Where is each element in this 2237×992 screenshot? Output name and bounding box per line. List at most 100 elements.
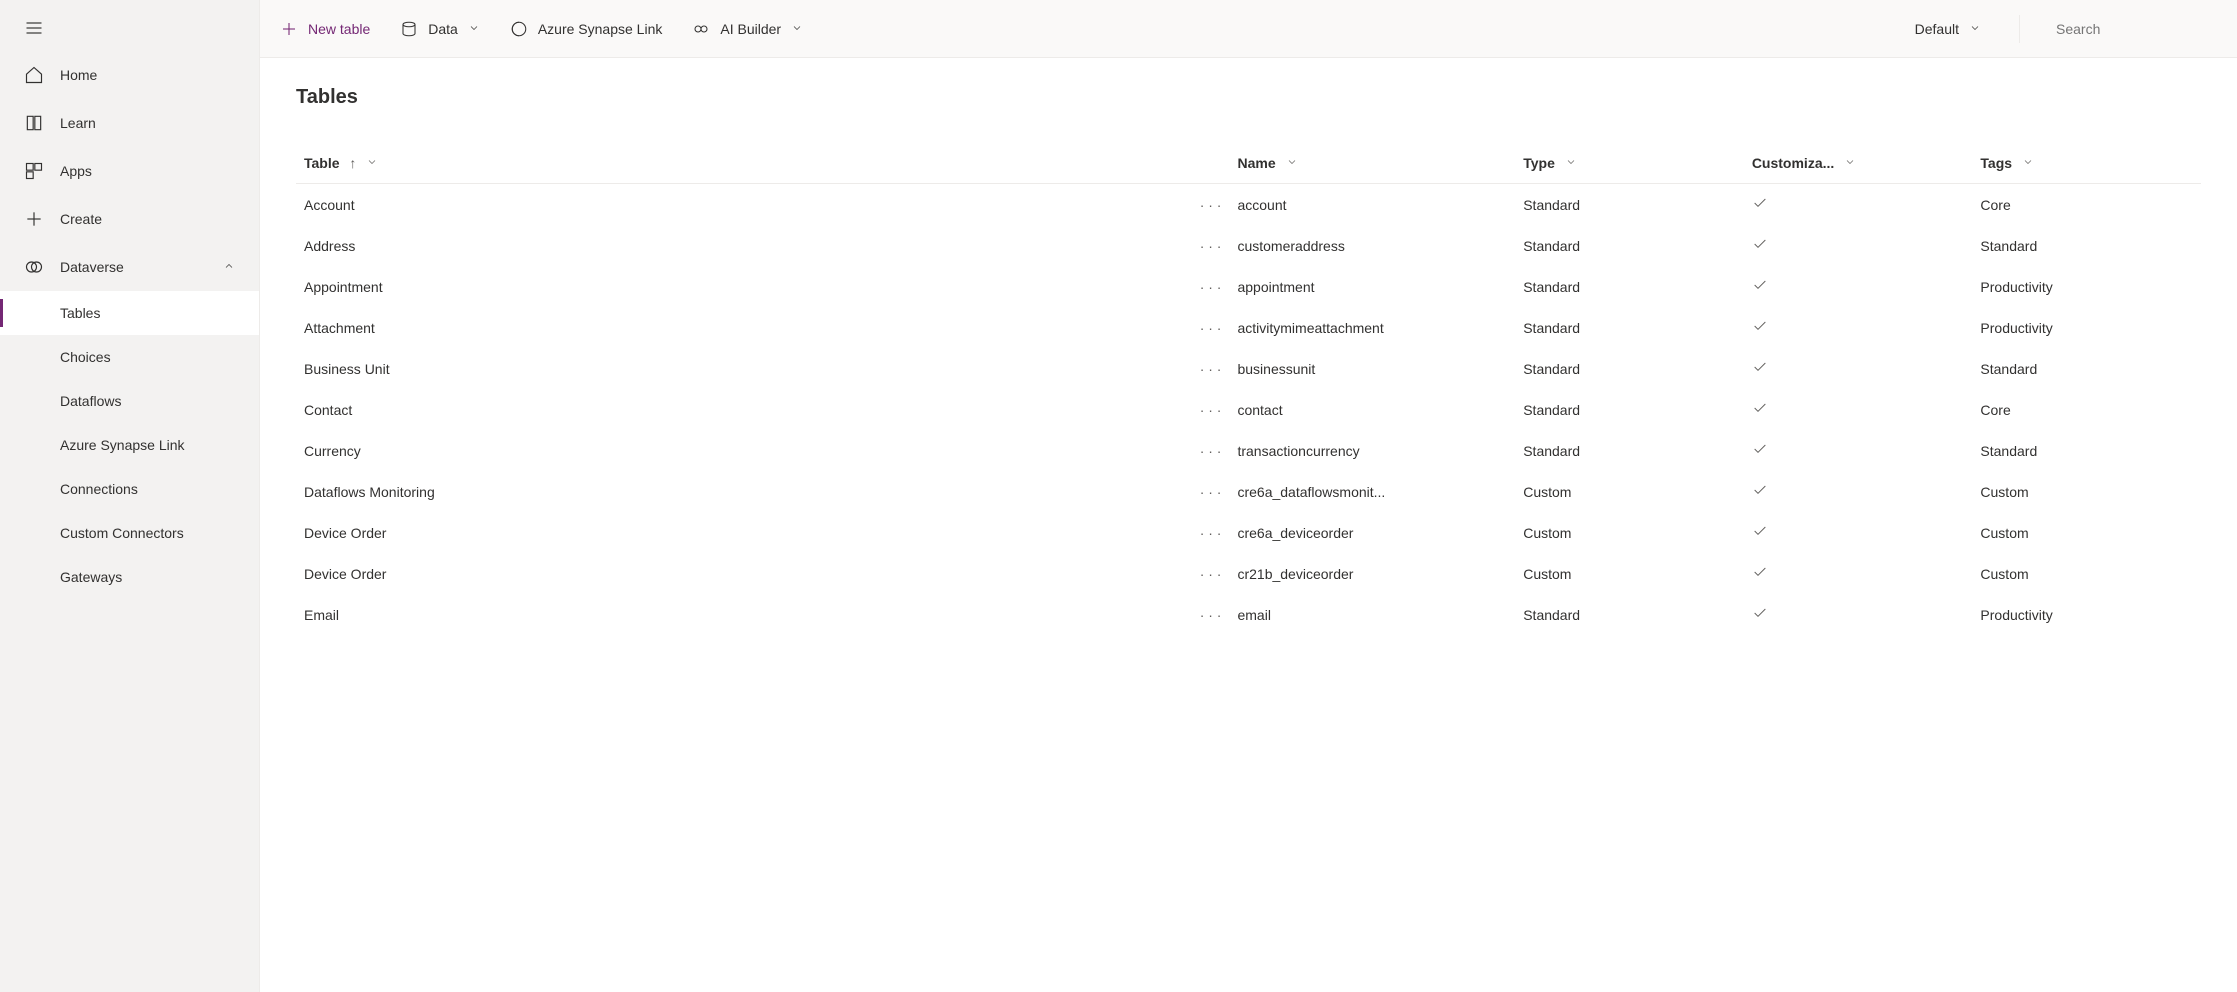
cell-name: activitymimeattachment xyxy=(1229,307,1515,348)
cell-type: Custom xyxy=(1515,512,1744,553)
cell-tags: Custom xyxy=(1972,471,2201,512)
table-row[interactable]: Currency· · ·transactioncurrencyStandard… xyxy=(296,430,2201,471)
row-actions-button[interactable]: · · · xyxy=(944,512,1230,553)
cell-name: cr21b_deviceorder xyxy=(1229,553,1515,594)
table-row[interactable]: Business Unit· · ·businessunitStandardSt… xyxy=(296,348,2201,389)
table-row[interactable]: Attachment· · ·activitymimeattachmentSta… xyxy=(296,307,2201,348)
command-bar: New table Data Azure Synapse Link AI Bui… xyxy=(260,0,2237,58)
cell-table: Business Unit xyxy=(296,348,944,389)
row-actions-button[interactable]: · · · xyxy=(944,389,1230,430)
synapse-button[interactable]: Azure Synapse Link xyxy=(508,14,665,44)
cell-table: Email xyxy=(296,594,944,635)
chevron-down-icon xyxy=(1565,155,1577,171)
cell-type: Custom xyxy=(1515,553,1744,594)
sidebar-subitem-tables[interactable]: Tables xyxy=(0,291,259,335)
cell-type: Standard xyxy=(1515,266,1744,307)
table-row[interactable]: Contact· · ·contactStandardCore xyxy=(296,389,2201,430)
row-actions-button[interactable]: · · · xyxy=(944,266,1230,307)
sidebar-subitem-synapse[interactable]: Azure Synapse Link xyxy=(0,423,259,467)
environment-switcher[interactable]: Default xyxy=(1893,15,1993,43)
tables-grid: Table ↑ Name Type Customiza... xyxy=(296,143,2201,635)
search-input[interactable] xyxy=(2056,21,2213,37)
sidebar-subitem-gateways[interactable]: Gateways xyxy=(0,555,259,599)
cell-table: Contact xyxy=(296,389,944,430)
grid-body: Account· · ·accountStandardCoreAddress· … xyxy=(296,184,2201,636)
new-table-button[interactable]: New table xyxy=(278,14,372,44)
cell-customizable xyxy=(1744,471,1973,512)
sidebar-item-create[interactable]: Create xyxy=(0,195,259,243)
search-box[interactable] xyxy=(2019,15,2219,43)
dataverse-subnav: Tables Choices Dataflows Azure Synapse L… xyxy=(0,291,259,599)
table-row[interactable]: Appointment· · ·appointmentStandardProdu… xyxy=(296,266,2201,307)
cell-tags: Productivity xyxy=(1972,594,2201,635)
col-header-tags[interactable]: Tags xyxy=(1972,143,2201,184)
col-header-type[interactable]: Type xyxy=(1515,143,1744,184)
table-row[interactable]: Device Order· · ·cre6a_deviceorderCustom… xyxy=(296,512,2201,553)
row-actions-button[interactable]: · · · xyxy=(944,553,1230,594)
cell-name: businessunit xyxy=(1229,348,1515,389)
chevron-down-icon xyxy=(366,155,378,171)
sidebar-subitem-choices[interactable]: Choices xyxy=(0,335,259,379)
cell-name: cre6a_deviceorder xyxy=(1229,512,1515,553)
content: Tables Table ↑ Name xyxy=(260,58,2237,992)
synapse-icon xyxy=(510,20,528,38)
col-header-name[interactable]: Name xyxy=(1229,143,1515,184)
cell-type: Standard xyxy=(1515,307,1744,348)
sidebar-subitem-custom-connectors[interactable]: Custom Connectors xyxy=(0,511,259,555)
data-button[interactable]: Data xyxy=(398,14,482,44)
col-header-customizable[interactable]: Customiza... xyxy=(1744,143,1973,184)
cell-type: Standard xyxy=(1515,184,1744,226)
chevron-down-icon xyxy=(1286,155,1298,171)
table-row[interactable]: Address· · ·customeraddressStandardStand… xyxy=(296,225,2201,266)
cell-customizable xyxy=(1744,430,1973,471)
col-header-table[interactable]: Table ↑ xyxy=(296,143,944,184)
cmd-label: AI Builder xyxy=(720,21,781,37)
sidebar-item-label: Learn xyxy=(60,115,96,131)
cell-name: transactioncurrency xyxy=(1229,430,1515,471)
sidebar-item-label: Dataverse xyxy=(60,259,124,275)
chevron-down-icon xyxy=(791,21,803,37)
database-icon xyxy=(400,20,418,38)
col-header-label: Name xyxy=(1237,155,1275,171)
row-actions-button[interactable]: · · · xyxy=(944,184,1230,226)
sidebar-item-label: Home xyxy=(60,67,97,83)
cell-table: Device Order xyxy=(296,512,944,553)
cell-name: account xyxy=(1229,184,1515,226)
sidebar-item-home[interactable]: Home xyxy=(0,51,259,99)
sidebar-item-learn[interactable]: Learn xyxy=(0,99,259,147)
cell-name: appointment xyxy=(1229,266,1515,307)
sidebar-subitem-connections[interactable]: Connections xyxy=(0,467,259,511)
hamburger-button[interactable] xyxy=(0,0,259,51)
cell-table: Currency xyxy=(296,430,944,471)
sidebar-item-label: Apps xyxy=(60,163,92,179)
col-header-label: Customiza... xyxy=(1752,155,1834,171)
sidebar-item-apps[interactable]: Apps xyxy=(0,147,259,195)
table-row[interactable]: Account· · ·accountStandardCore xyxy=(296,184,2201,226)
sidebar-item-dataverse[interactable]: Dataverse xyxy=(0,243,259,291)
apps-icon xyxy=(24,161,44,181)
cell-name: contact xyxy=(1229,389,1515,430)
cmd-label: New table xyxy=(308,21,370,37)
home-icon xyxy=(24,65,44,85)
ai-builder-button[interactable]: AI Builder xyxy=(690,14,805,44)
sidebar-subitem-dataflows[interactable]: Dataflows xyxy=(0,379,259,423)
cell-type: Standard xyxy=(1515,225,1744,266)
col-header-label: Table xyxy=(304,155,340,171)
cell-table: Address xyxy=(296,225,944,266)
chevron-down-icon xyxy=(1844,155,1856,171)
row-actions-button[interactable]: · · · xyxy=(944,430,1230,471)
row-actions-button[interactable]: · · · xyxy=(944,594,1230,635)
row-actions-button[interactable]: · · · xyxy=(944,225,1230,266)
row-actions-button[interactable]: · · · xyxy=(944,348,1230,389)
table-row[interactable]: Email· · ·emailStandardProductivity xyxy=(296,594,2201,635)
cell-table: Dataflows Monitoring xyxy=(296,471,944,512)
chevron-down-icon xyxy=(1969,21,1981,37)
cmd-label: Data xyxy=(428,21,458,37)
row-actions-button[interactable]: · · · xyxy=(944,307,1230,348)
cell-tags: Standard xyxy=(1972,225,2201,266)
table-row[interactable]: Device Order· · ·cr21b_deviceorderCustom… xyxy=(296,553,2201,594)
row-actions-button[interactable]: · · · xyxy=(944,471,1230,512)
cell-type: Standard xyxy=(1515,594,1744,635)
table-row[interactable]: Dataflows Monitoring· · ·cre6a_dataflows… xyxy=(296,471,2201,512)
cell-customizable xyxy=(1744,389,1973,430)
